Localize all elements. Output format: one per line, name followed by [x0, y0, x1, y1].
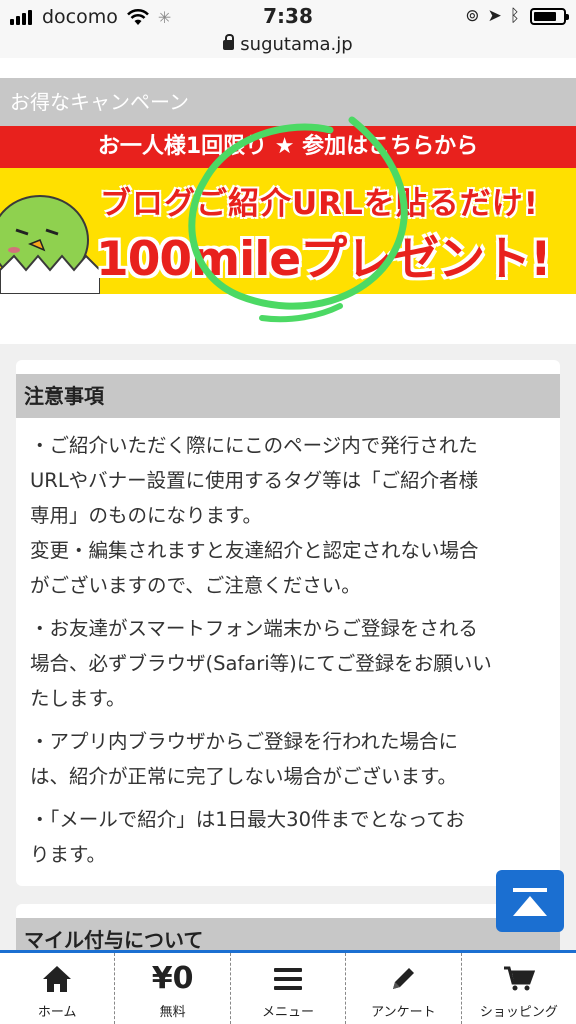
notice-card: 注意事項 ・ご紹介いただく際ににこのページ内で発行された URLやバナー設置に使… [16, 360, 560, 886]
bottom-nav: ホーム ¥0 無料 メニュー アンケート ショッピング [0, 950, 576, 1024]
notice-body: ・ご紹介いただく際ににこのページ内で発行された URLやバナー設置に使用するタグ… [30, 428, 550, 880]
menu-icon [274, 968, 303, 990]
notice-paragraph: ・「メールで紹介」は1日最大30件までとなってお ります。 [30, 808, 465, 866]
nav-item-survey[interactable]: アンケート [346, 953, 462, 1024]
banner-subheadline: 100mileプレゼント! [96, 232, 552, 287]
location-icon: ➤ [487, 6, 502, 26]
scroll-top-bar-icon [513, 888, 547, 892]
url-text: sugutama.jp [240, 34, 353, 55]
campaign-banner[interactable]: お一人様1回限り ★ 参加はこちらから ブログご紹介URLを貼るだけ! 100m… [0, 126, 576, 294]
chick-mascot-icon [0, 195, 100, 294]
scroll-to-top-button[interactable] [496, 870, 564, 932]
battery-icon [530, 7, 569, 25]
nav-item-shopping[interactable]: ショッピング [462, 953, 576, 1024]
notice-title: 注意事項 [16, 374, 560, 418]
nav-item-menu[interactable]: メニュー [231, 953, 347, 1024]
nav-item-home[interactable]: ホーム [0, 953, 116, 1024]
home-icon [43, 966, 72, 992]
status-bar: docomo ✳ 7:38 ⊚ ➤ ᛒ [0, 0, 576, 34]
address-bar[interactable]: sugutama.jp [0, 34, 576, 58]
arrow-up-icon [513, 896, 547, 916]
notice-paragraph: ・ご紹介いただく際ににこのページ内で発行された URLやバナー設置に使用するタグ… [30, 434, 479, 597]
banner-top-text: お一人様1回限り ★ 参加はこちらから [0, 126, 576, 168]
nav-label: アンケート [371, 1005, 436, 1020]
campaign-header: お得なキャンペーン [0, 78, 576, 126]
campaign-section: お得なキャンペーン お一人様1回限り ★ 参加はこちらから ブログご紹介URLを… [0, 58, 576, 344]
nav-label: ホーム [37, 1005, 77, 1020]
nav-item-free[interactable]: ¥0 無料 [115, 953, 231, 1024]
pencil-icon [393, 968, 415, 989]
bluetooth-icon: ᛒ [509, 6, 520, 26]
banner-headline: ブログご紹介URLを貼るだけ! [100, 186, 539, 222]
notice-paragraph: ・アプリ内ブラウザからご登録を行われた場合に は、紹介が正常に完了しない場合がご… [30, 730, 459, 788]
nav-label: 無料 [159, 1005, 186, 1020]
notice-paragraph: ・お友達がスマートフォン端末からご登録をされる 場合、必ずブラウザ(Safari… [30, 617, 492, 710]
cart-icon [503, 966, 535, 991]
nav-label: メニュー [262, 1005, 315, 1020]
yen-icon: ¥0 [151, 961, 194, 996]
nav-label: ショッピング [479, 1005, 558, 1020]
rotation-lock-icon: ⊚ [465, 6, 480, 26]
lock-icon [223, 34, 235, 50]
